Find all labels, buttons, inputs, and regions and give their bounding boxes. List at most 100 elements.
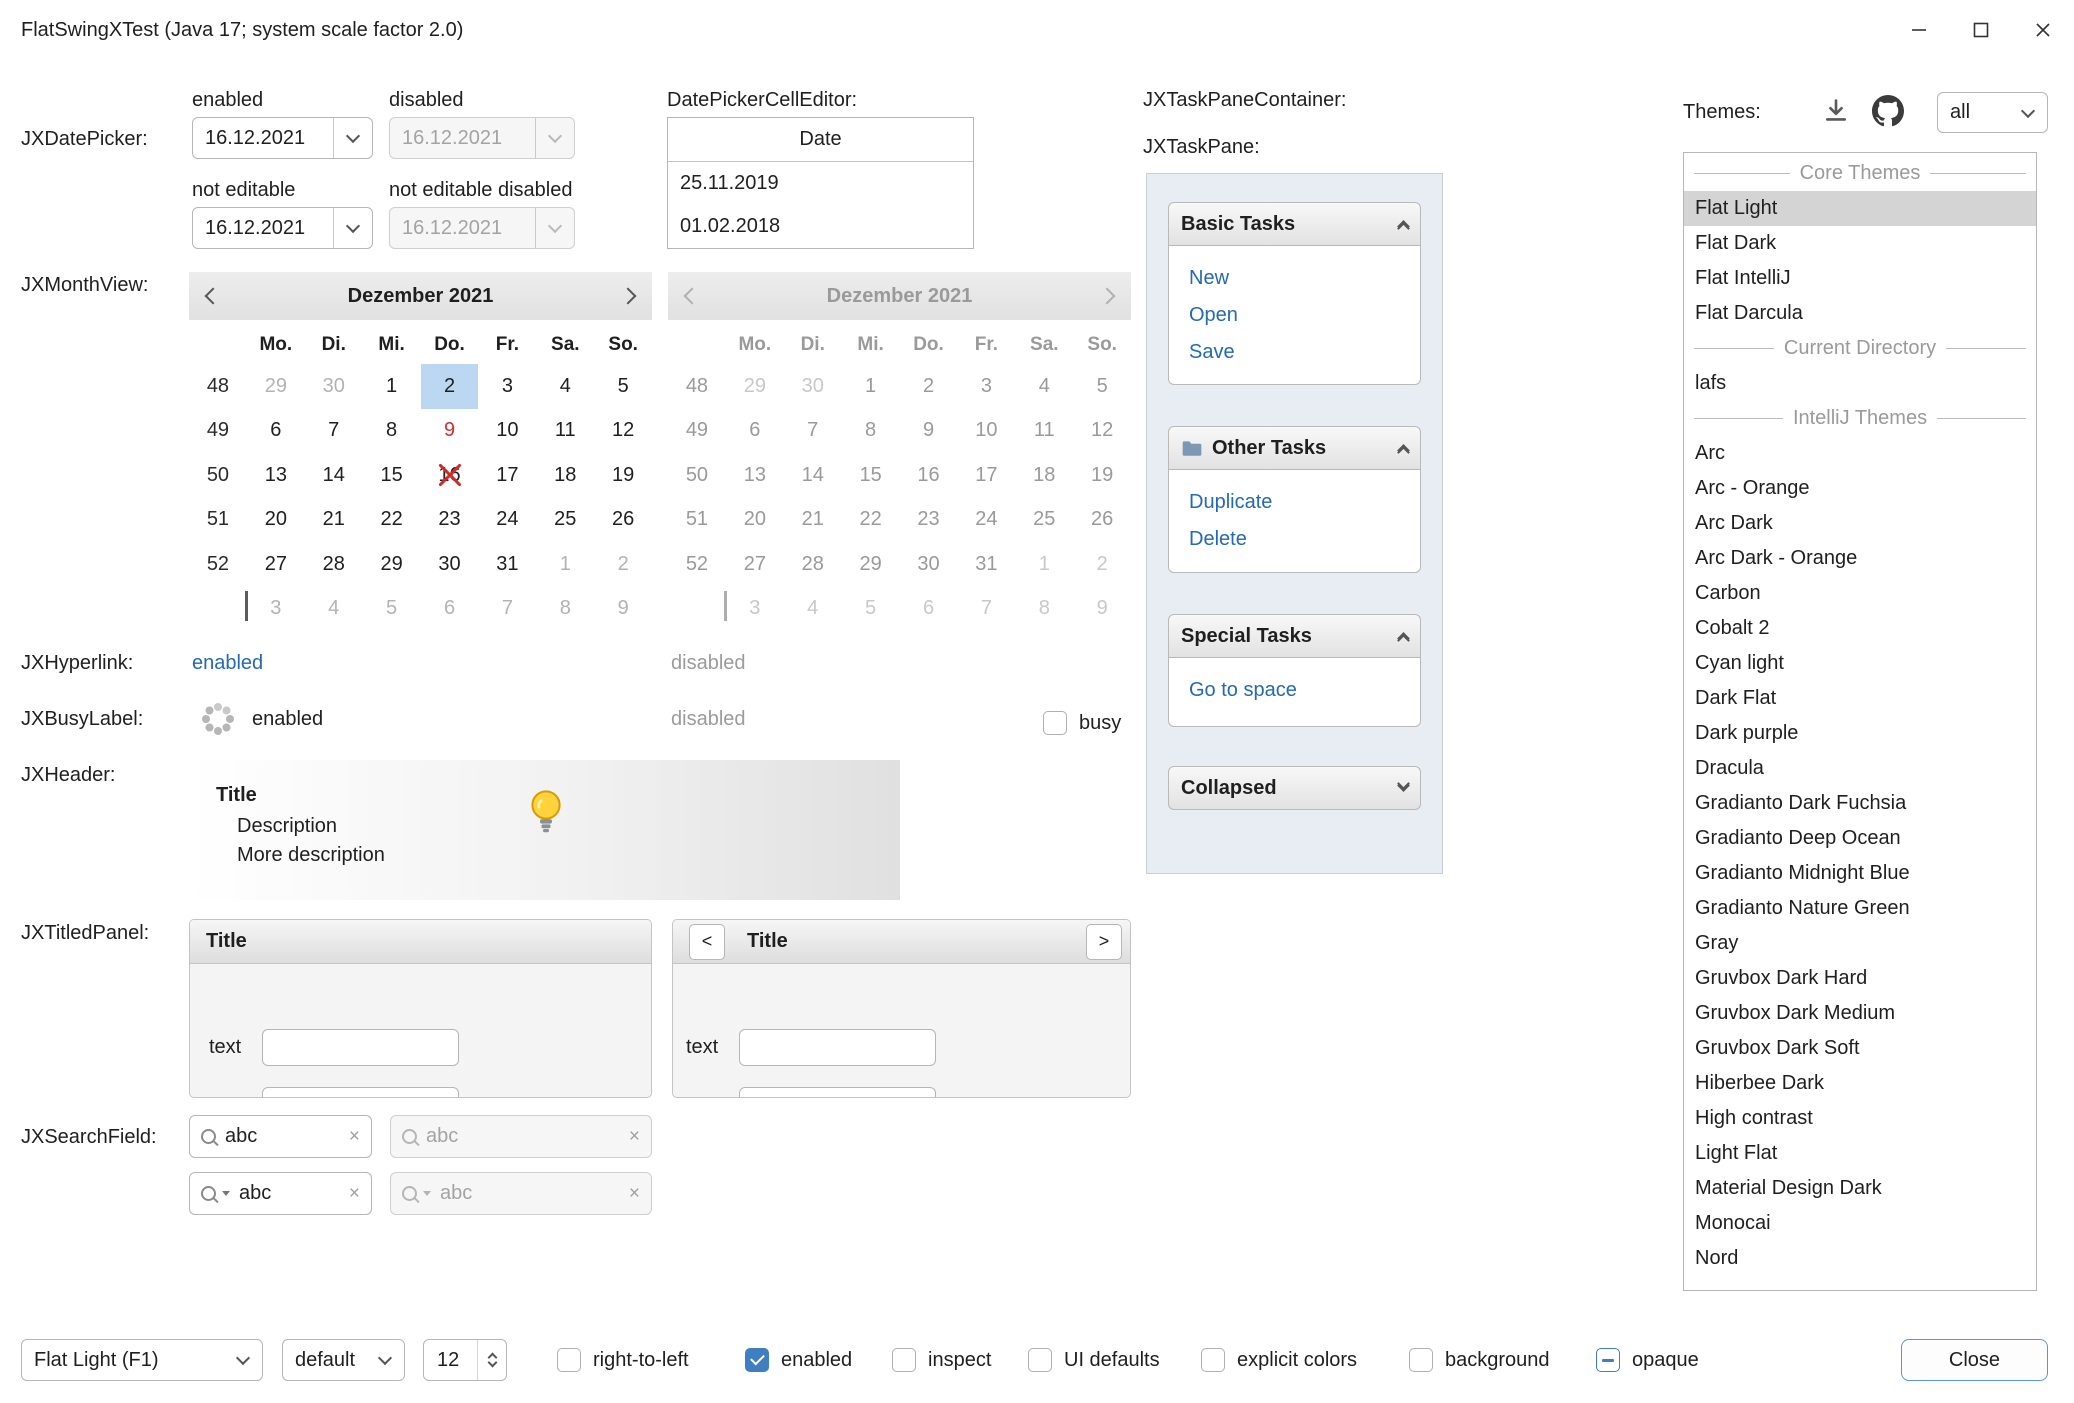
calendar-day[interactable]: 10 — [957, 409, 1015, 454]
calendar-day[interactable]: 1 — [842, 364, 900, 409]
calendar-day[interactable]: 9 — [594, 587, 652, 632]
calendar-day[interactable]: 21 — [305, 498, 363, 543]
calendar-day[interactable]: 6 — [900, 587, 958, 632]
previous-button[interactable]: < — [689, 924, 725, 960]
opaque-checkbox[interactable]: opaque — [1596, 1344, 1699, 1376]
datepicker-not-editable[interactable]: 16.12.2021 — [192, 207, 373, 249]
calendar-day[interactable]: 7 — [957, 587, 1015, 632]
calendar-day[interactable]: 1 — [536, 542, 594, 587]
theme-item[interactable]: Arc - Orange — [1684, 471, 2036, 506]
calendar-day[interactable]: 4 — [305, 587, 363, 632]
calendar-day[interactable]: 12 — [1073, 409, 1131, 454]
calendar-day[interactable]: 27 — [247, 542, 305, 587]
laf-combo[interactable]: Flat Light (F1) — [21, 1339, 263, 1381]
table-row[interactable]: 01.02.2018 — [668, 205, 973, 248]
text-field[interactable] — [262, 1029, 459, 1066]
search-text[interactable]: abc — [239, 1182, 340, 1205]
next-button[interactable]: > — [1086, 924, 1122, 960]
theme-item[interactable]: Flat Darcula — [1684, 296, 2036, 331]
calendar-day[interactable]: 9 — [421, 409, 479, 454]
search-field[interactable]: abc × — [189, 1115, 372, 1158]
calendar-day[interactable]: 29 — [363, 542, 421, 587]
checkbox-icon[interactable] — [1201, 1348, 1225, 1372]
theme-item[interactable]: Cyan light — [1684, 646, 2036, 681]
calendar-day[interactable]: 9 — [1073, 587, 1131, 632]
theme-item[interactable]: Gruvbox Dark Medium — [1684, 996, 2036, 1031]
calendar-day[interactable]: 31 — [957, 542, 1015, 587]
datepicker-enabled[interactable]: 16.12.2021 — [192, 117, 373, 159]
theme-item[interactable]: Monocai — [1684, 1206, 2036, 1241]
calendar-day[interactable]: 2 — [421, 364, 479, 409]
themes-list[interactable]: Core ThemesFlat LightFlat DarkFlat Intel… — [1683, 152, 2037, 1291]
calendar-day[interactable]: 2 — [1073, 542, 1131, 587]
calendar-day[interactable]: 29 — [247, 364, 305, 409]
theme-item[interactable]: Dark Flat — [1684, 681, 2036, 716]
calendar-day[interactable]: 22 — [363, 498, 421, 543]
theme-item[interactable]: Arc — [1684, 436, 2036, 471]
calendar-day[interactable]: 19 — [1073, 453, 1131, 498]
calendar-day[interactable]: 24 — [957, 498, 1015, 543]
calendar-day[interactable]: 19 — [594, 453, 652, 498]
github-button[interactable] — [1872, 95, 1904, 133]
checkbox-icon[interactable] — [1409, 1348, 1433, 1372]
calendar-day[interactable]: 14 — [305, 453, 363, 498]
calendar-day[interactable]: 22 — [842, 498, 900, 543]
close-button[interactable]: Close — [1901, 1339, 2048, 1381]
theme-item[interactable]: Gradianto Nature Green — [1684, 891, 2036, 926]
calendar-day[interactable]: 5 — [842, 587, 900, 632]
calendar-day[interactable]: 25 — [1015, 498, 1073, 543]
calendar-day[interactable]: 16 — [421, 453, 479, 498]
calendar-day[interactable]: 17 — [478, 453, 536, 498]
calendar-day[interactable]: 30 — [900, 542, 958, 587]
calendar-day[interactable]: 5 — [1073, 364, 1131, 409]
calendar-day[interactable]: 7 — [784, 409, 842, 454]
calendar-day[interactable]: 10 — [478, 409, 536, 454]
calendar-day[interactable]: 2 — [900, 364, 958, 409]
ui-defaults-checkbox[interactable]: UI defaults — [1028, 1344, 1160, 1376]
calendar-day[interactable]: 29 — [842, 542, 900, 587]
taskpane-link[interactable]: Save — [1189, 334, 1420, 371]
calendar-day[interactable]: 3 — [478, 364, 536, 409]
calendar-day[interactable]: 30 — [421, 542, 479, 587]
taskpane-link[interactable]: New — [1189, 260, 1420, 297]
calendar-day[interactable]: 3 — [726, 587, 784, 632]
style-combo[interactable]: default — [282, 1339, 405, 1381]
calendar-day[interactable]: 12 — [594, 409, 652, 454]
enabled-checkbox[interactable]: enabled — [745, 1344, 852, 1376]
calendar-day[interactable]: 11 — [1015, 409, 1073, 454]
calendar-day[interactable]: 30 — [784, 364, 842, 409]
calendar-day[interactable]: 13 — [247, 453, 305, 498]
date-value[interactable]: 16.12.2021 — [193, 118, 333, 158]
theme-item[interactable]: Flat Light — [1684, 191, 2036, 226]
search-field-with-menu[interactable]: abc × — [189, 1172, 372, 1215]
calendar-day[interactable]: 28 — [305, 542, 363, 587]
theme-item[interactable]: lafs — [1684, 366, 2036, 401]
calendar-day[interactable]: 8 — [842, 409, 900, 454]
theme-item[interactable]: Gradianto Midnight Blue — [1684, 856, 2036, 891]
right-to-left-checkbox[interactable]: right-to-left — [557, 1344, 689, 1376]
calendar-day[interactable]: 25 — [536, 498, 594, 543]
calendar-day[interactable]: 5 — [594, 364, 652, 409]
text-field[interactable] — [262, 1087, 459, 1098]
theme-item[interactable]: Gray — [1684, 926, 2036, 961]
calendar-day[interactable]: 27 — [726, 542, 784, 587]
calendar-day[interactable]: 21 — [784, 498, 842, 543]
theme-item[interactable]: Flat IntelliJ — [1684, 261, 2036, 296]
checkbox-icon[interactable] — [892, 1348, 916, 1372]
calendar-day[interactable]: 16 — [900, 453, 958, 498]
calendar-day[interactable]: 30 — [305, 364, 363, 409]
calendar-day[interactable]: 7 — [305, 409, 363, 454]
calendar-day[interactable]: 24 — [478, 498, 536, 543]
maximize-button[interactable] — [1950, 0, 2012, 60]
calendar-day[interactable]: 26 — [594, 498, 652, 543]
minimize-button[interactable] — [1888, 0, 1950, 60]
datepicker-dropdown-button[interactable] — [333, 208, 372, 248]
text-field[interactable] — [739, 1087, 936, 1098]
calendar-day[interactable]: 6 — [247, 409, 305, 454]
theme-item[interactable]: Nord — [1684, 1241, 2036, 1276]
search-text[interactable]: abc — [225, 1125, 340, 1148]
close-window-button[interactable] — [2012, 0, 2074, 60]
taskpane-header[interactable]: Basic Tasks — [1168, 202, 1421, 246]
explicit-colors-checkbox[interactable]: explicit colors — [1201, 1344, 1357, 1376]
theme-item[interactable]: Cobalt 2 — [1684, 611, 2036, 646]
